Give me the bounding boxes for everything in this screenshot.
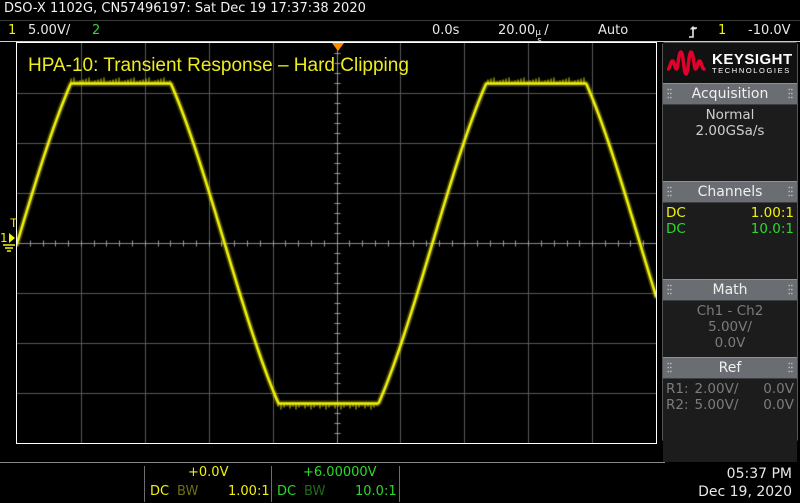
oscilloscope-screen: DSO-X 1102G, CN57496197: Sat Dec 19 17:3… <box>0 0 800 503</box>
ch1-probe: 1.00:1 <box>750 205 794 221</box>
acquisition-sample-rate: 2.00GSa/s <box>695 123 765 139</box>
status-timebase[interactable]: 20.00 µ s / <box>498 23 549 46</box>
grip-dots-icon <box>667 284 672 295</box>
channel-row[interactable]: DC 1.00:1 <box>666 205 794 221</box>
status-trigger-source[interactable]: 1 <box>718 23 726 38</box>
section-header-acquisition[interactable]: Acquisition <box>663 83 797 105</box>
status-ch2-number[interactable]: 2 <box>92 23 100 38</box>
channels-body: DC 1.00:1 DC 10.0:1 <box>663 203 797 279</box>
clock: 05:37 PM Dec 19, 2020 <box>698 465 792 501</box>
ch1-ground-marker[interactable]: 1 <box>0 230 20 261</box>
acquisition-mode: Normal <box>705 107 755 123</box>
clock-date: Dec 19, 2020 <box>698 484 792 500</box>
waveform-display[interactable] <box>16 42 657 444</box>
status-trigger-level[interactable]: -10.0V <box>748 23 791 38</box>
grip-dots-icon <box>788 284 793 295</box>
timebase-value: 20.00 <box>498 23 536 38</box>
acquisition-body: Normal 2.00GSa/s <box>663 105 797 181</box>
section-header-channels[interactable]: Channels <box>663 181 797 203</box>
grip-dots-icon <box>667 362 672 373</box>
ch1-coupling: DC <box>666 205 686 221</box>
grip-dots-icon <box>788 88 793 99</box>
grip-dots-icon <box>788 186 793 197</box>
ch2-probe: 10.0:1 <box>750 221 794 237</box>
timebase-suffix: / <box>544 23 549 38</box>
ref-row[interactable]: R2: 5.00V/ 0.0V <box>666 397 794 413</box>
keysight-logo: KEYSIGHT TECHNOLOGIES <box>663 43 797 83</box>
math-offset: 0.0V <box>714 335 746 351</box>
acquisition-label: Acquisition <box>691 86 769 102</box>
bottom-ch1-bandwidth[interactable]: BW <box>177 484 198 499</box>
ref2-scale: 5.00V/ <box>694 397 739 413</box>
ref2-label: R2: <box>666 397 689 413</box>
ref1-offset: 0.0V <box>763 381 794 397</box>
bottom-ch1-offset[interactable]: +0.0V <box>188 465 228 480</box>
trigger-level-marker-label: T <box>10 216 18 230</box>
section-header-ref[interactable]: Ref <box>663 357 797 379</box>
side-panel: KEYSIGHT TECHNOLOGIES Acquisition Normal… <box>662 42 798 495</box>
rising-edge-glyph <box>689 26 697 38</box>
brand-name: KEYSIGHT <box>712 50 793 68</box>
section-header-math[interactable]: Math <box>663 279 797 301</box>
ref2-offset: 0.0V <box>763 397 794 413</box>
instrument-id-line: DSO-X 1102G, CN57496197: Sat Dec 19 17:3… <box>4 1 366 16</box>
bottom-ch2-bandwidth[interactable]: BW <box>304 484 325 499</box>
bottom-ch1-probe[interactable]: 1.00:1 <box>228 484 270 499</box>
channels-label: Channels <box>697 184 763 200</box>
math-body: Ch1 - Ch2 5.00V/ 0.0V <box>663 301 797 357</box>
status-ch1-scale[interactable]: 5.00V/ <box>28 23 70 38</box>
waveform-canvas <box>17 43 656 443</box>
waveform-annotation-title: HPA-10: Transient Response – Hard Clippi… <box>28 55 409 76</box>
brand-subtitle: TECHNOLOGIES <box>712 65 791 75</box>
grip-dots-icon <box>667 88 672 99</box>
channel-row[interactable]: DC 10.0:1 <box>666 221 794 237</box>
bottom-ch2-coupling[interactable]: DC <box>277 484 296 499</box>
top-status-bar: 1 5.00V/ 2 0.0s 20.00 µ s / Auto 1 -10.0V <box>0 20 800 46</box>
grip-dots-icon <box>788 362 793 373</box>
bottom-ch2-offset[interactable]: +6.00000V <box>303 465 377 480</box>
math-scale: 5.00V/ <box>708 319 752 335</box>
math-operation: Ch1 - Ch2 <box>696 303 764 319</box>
ref-row[interactable]: R1: 2.00V/ 0.0V <box>666 381 794 397</box>
bottom-ch1-coupling[interactable]: DC <box>150 484 169 499</box>
clock-time: 05:37 PM <box>726 466 792 482</box>
grip-dots-icon <box>667 186 672 197</box>
keysight-wave-icon <box>667 50 706 76</box>
svg-text:1: 1 <box>0 231 8 245</box>
bottom-separator <box>399 466 400 502</box>
ch2-coupling: DC <box>666 221 686 237</box>
rising-edge-icon[interactable] <box>688 23 700 40</box>
status-trigger-mode[interactable]: Auto <box>598 23 628 38</box>
ref-label: Ref <box>718 360 742 376</box>
bottom-divider <box>0 462 665 463</box>
status-ch1-number[interactable]: 1 <box>8 23 16 38</box>
bottom-separator <box>271 466 272 502</box>
bottom-status-bar: +0.0V DC BW 1.00:1 +6.00000V DC BW 10.0:… <box>0 462 800 503</box>
status-delay[interactable]: 0.0s <box>432 23 459 38</box>
math-label: Math <box>712 282 748 298</box>
ref1-scale: 2.00V/ <box>694 381 739 397</box>
bottom-ch2-probe[interactable]: 10.0:1 <box>355 484 397 499</box>
bottom-separator <box>144 466 145 502</box>
trigger-position-marker[interactable] <box>332 43 344 51</box>
ref1-label: R1: <box>666 381 689 397</box>
